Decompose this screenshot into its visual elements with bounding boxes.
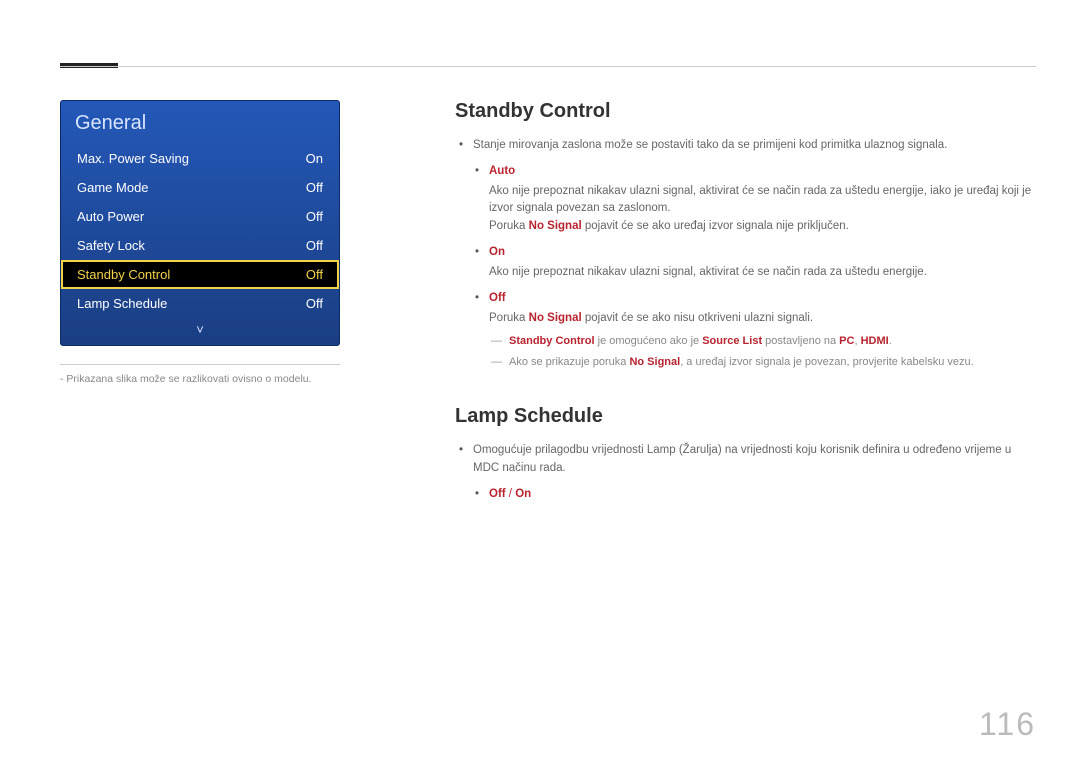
keyword-off: Off (489, 488, 506, 500)
option-on: On Ako nije prepoznat nikakav ulazni sig… (473, 244, 1036, 282)
menu-item-value: Off (306, 267, 323, 282)
keyword-source-list: Source List (702, 335, 762, 347)
list-item: Omogućuje prilagodbu vrijednosti Lamp (Ž… (455, 442, 1036, 503)
note-text: postavljeno na (762, 335, 839, 347)
standby-list: Stanje mirovanja zaslona može se postavi… (455, 137, 1036, 371)
option-title: Auto (489, 163, 1036, 181)
menu-item-value: On (306, 151, 323, 166)
menu-item-label: Auto Power (77, 209, 144, 224)
menu-item-label: Max. Power Saving (77, 151, 189, 166)
note-item: Ako se prikazuje poruka No Signal, a ure… (489, 354, 1036, 371)
list-item: Stanje mirovanja zaslona može se postavi… (455, 137, 1036, 371)
note-text: , a uređaj izvor signala je povezan, pro… (680, 356, 974, 368)
menu-item-label: Safety Lock (77, 238, 145, 253)
menu-row-game-mode[interactable]: Game Mode Off (61, 173, 339, 202)
keyword-no-signal: No Signal (529, 220, 582, 232)
standby-options: Auto Ako nije prepoznat nikakav ulazni s… (473, 163, 1036, 372)
keyword-on: On (515, 488, 531, 500)
heading-standby-control: Standby Control (455, 100, 1036, 123)
option-desc-post: pojavit će se ako nisu otkriveni ulazni … (582, 312, 813, 324)
menu-row-standby-control[interactable]: Standby Control Off (61, 260, 339, 289)
separator: / (506, 488, 516, 500)
option-title: Off (489, 290, 1036, 308)
chevron-down-icon[interactable]: ˅ (61, 318, 339, 345)
page-content: General Max. Power Saving On Game Mode O… (60, 100, 1036, 733)
menu-item-value: Off (306, 238, 323, 253)
menu-row-safety-lock[interactable]: Safety Lock Off (61, 231, 339, 260)
lamp-list: Omogućuje prilagodbu vrijednosti Lamp (Ž… (455, 442, 1036, 503)
osd-menu-title: General (61, 101, 339, 144)
menu-item-label: Lamp Schedule (77, 296, 167, 311)
option-desc: Ako nije prepoznat nikakav ulazni signal… (489, 266, 927, 278)
option-title: On (489, 244, 1036, 262)
header-rule (60, 66, 1036, 67)
lamp-intro: Omogućuje prilagodbu vrijednosti Lamp (Ž… (473, 444, 1011, 474)
osd-menu: General Max. Power Saving On Game Mode O… (60, 100, 340, 346)
standby-notes: Standby Control je omogućeno ako je Sour… (489, 333, 1036, 371)
lamp-options: Off / On (473, 486, 1036, 504)
note-text: . (889, 335, 892, 347)
menu-row-max-power-saving[interactable]: Max. Power Saving On (61, 144, 339, 173)
menu-row-auto-power[interactable]: Auto Power Off (61, 202, 339, 231)
keyword-no-signal: No Signal (529, 312, 582, 324)
option-desc-post: pojavit će se ako uređaj izvor signala n… (582, 220, 849, 232)
screenshot-caption: Prikazana slika može se razlikovati ovis… (60, 373, 360, 385)
option-auto: Auto Ako nije prepoznat nikakav ulazni s… (473, 163, 1036, 236)
divider (60, 364, 340, 365)
note-text: Ako se prikazuje poruka (509, 356, 629, 368)
option-desc-pre: Poruka (489, 220, 529, 232)
option-desc-pre: Poruka (489, 312, 529, 324)
option-off: Off Poruka No Signal pojavit će se ako n… (473, 290, 1036, 372)
menu-item-label: Standby Control (77, 267, 170, 282)
standby-intro: Stanje mirovanja zaslona može se postavi… (473, 139, 947, 151)
menu-item-label: Game Mode (77, 180, 149, 195)
page-number: 116 (979, 706, 1036, 743)
keyword-no-signal: No Signal (629, 356, 680, 368)
note-item: Standby Control je omogućeno ako je Sour… (489, 333, 1036, 350)
right-column: Standby Control Stanje mirovanja zaslona… (455, 100, 1036, 504)
menu-item-value: Off (306, 180, 323, 195)
keyword-standby-control: Standby Control (509, 335, 595, 347)
option-off-on: Off / On (473, 486, 1036, 504)
keyword-hdmi: HDMI (861, 335, 889, 347)
heading-lamp-schedule: Lamp Schedule (455, 405, 1036, 428)
option-desc: Ako nije prepoznat nikakav ulazni signal… (489, 185, 1031, 215)
menu-item-value: Off (306, 296, 323, 311)
keyword-pc: PC (839, 335, 854, 347)
left-column: General Max. Power Saving On Game Mode O… (60, 100, 360, 385)
menu-row-lamp-schedule[interactable]: Lamp Schedule Off (61, 289, 339, 318)
menu-item-value: Off (306, 209, 323, 224)
note-text: je omogućeno ako je (595, 335, 703, 347)
